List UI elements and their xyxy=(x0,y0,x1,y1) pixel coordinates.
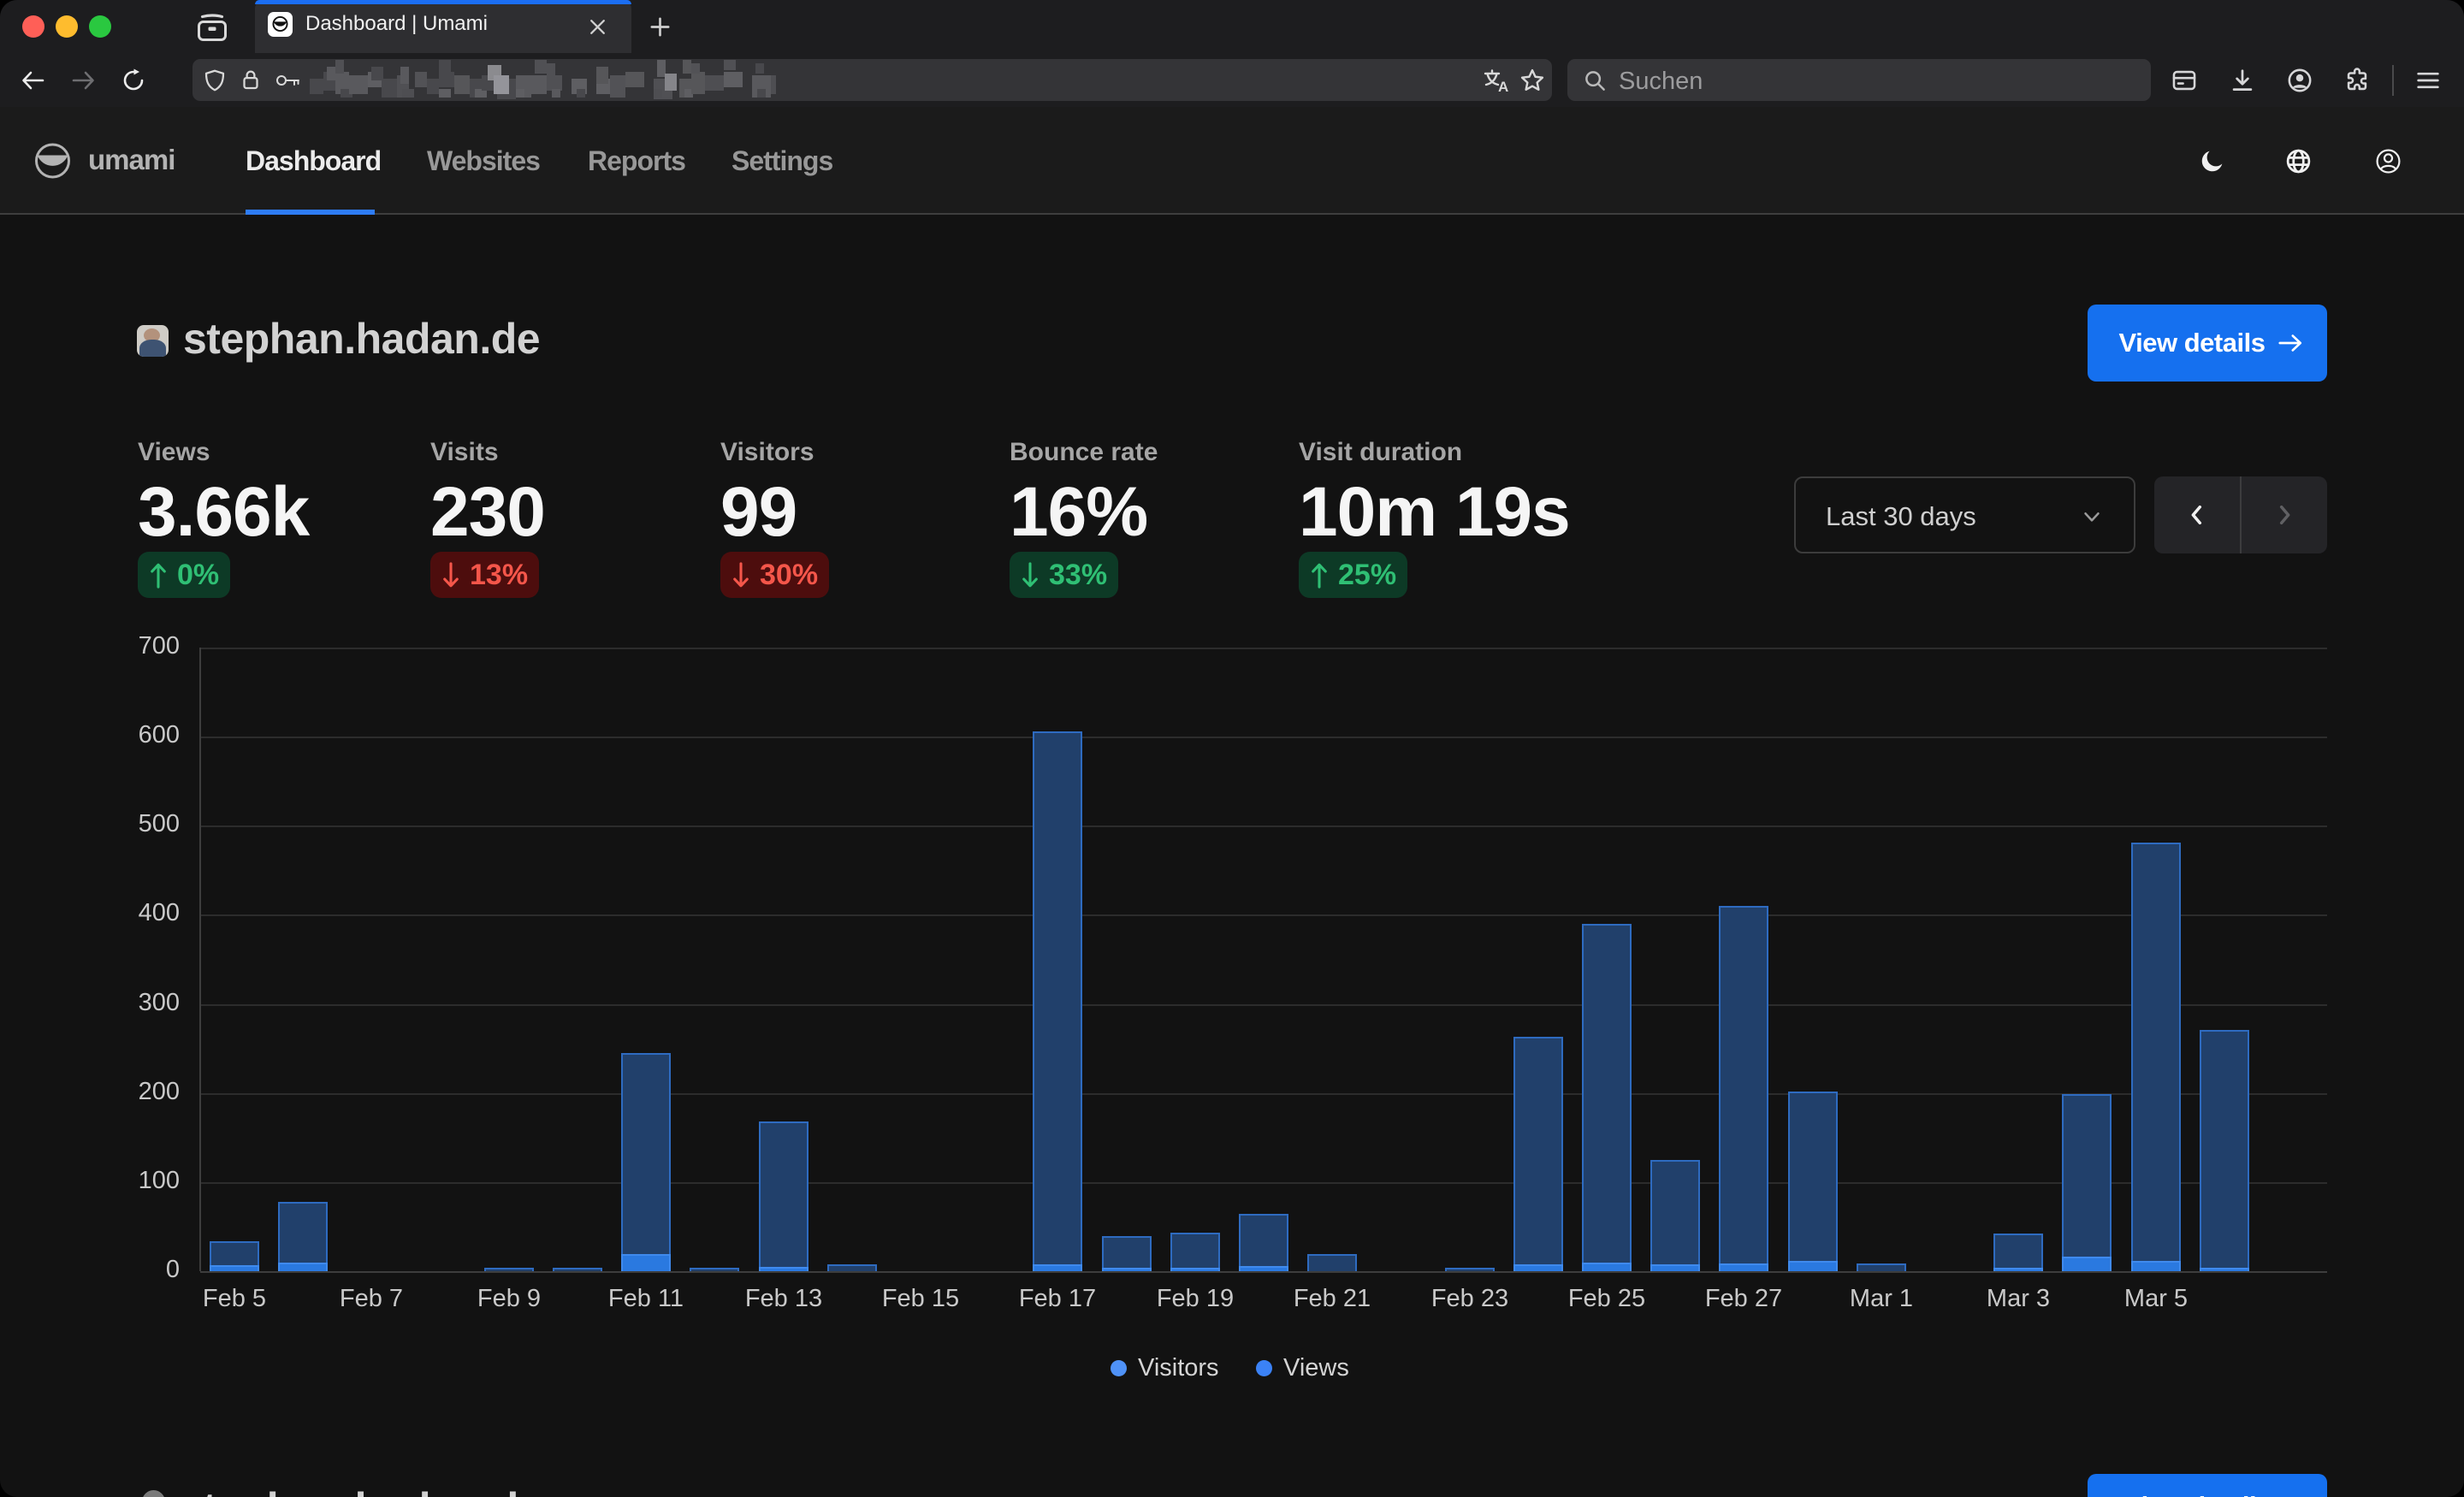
svg-text:A: A xyxy=(1498,79,1508,94)
